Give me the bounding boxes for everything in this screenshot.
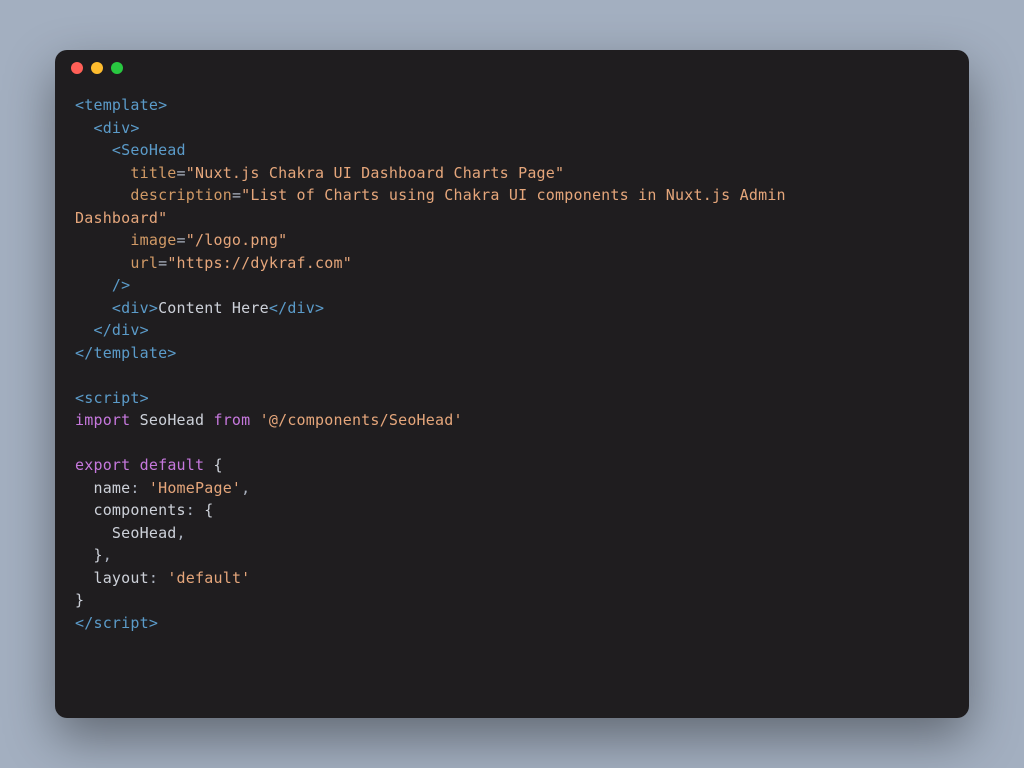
code-token: Content Here: [158, 299, 269, 317]
code-token: components: [75, 501, 186, 519]
code-token: <div>: [75, 119, 140, 137]
code-token: :: [186, 501, 204, 519]
code-token: </div>: [75, 321, 149, 339]
code-token: {: [204, 456, 222, 474]
code-token: ,: [241, 479, 250, 497]
code-token: SeoHead: [130, 411, 213, 429]
code-token: ,: [177, 524, 186, 542]
code-token: image: [75, 231, 177, 249]
code-token: "List of Charts using Chakra UI componen…: [241, 186, 795, 204]
code-token: "Nuxt.js Chakra UI Dashboard Charts Page…: [186, 164, 564, 182]
code-area: <template> <div> <SeoHead title="Nuxt.js…: [55, 86, 969, 654]
code-token: default: [130, 456, 204, 474]
code-token: name: [75, 479, 130, 497]
code-token: =: [232, 186, 241, 204]
code-token: =: [177, 231, 186, 249]
code-token: =: [158, 254, 167, 272]
code-token: </div>: [269, 299, 324, 317]
code-token: 'default': [167, 569, 250, 587]
code-token: <template>: [75, 96, 167, 114]
code-token: export: [75, 456, 130, 474]
code-token: '@/components/SeoHead': [250, 411, 462, 429]
code-token: url: [75, 254, 158, 272]
code-token: import: [75, 411, 130, 429]
code-token: title: [75, 164, 177, 182]
maximize-icon[interactable]: [111, 62, 123, 74]
code-token: <div>: [75, 299, 158, 317]
code-token: "https://dykraf.com": [167, 254, 352, 272]
code-token: </template>: [75, 344, 177, 362]
code-token: layout: [75, 569, 149, 587]
code-window: <template> <div> <SeoHead title="Nuxt.js…: [55, 50, 969, 718]
code-token: SeoHead: [75, 524, 177, 542]
code-token: Dashboard": [75, 209, 167, 227]
minimize-icon[interactable]: [91, 62, 103, 74]
code-token: 'HomePage': [149, 479, 241, 497]
titlebar: [55, 50, 969, 86]
code-token: <script>: [75, 389, 149, 407]
code-token: "/logo.png": [186, 231, 288, 249]
close-icon[interactable]: [71, 62, 83, 74]
code-token: description: [75, 186, 232, 204]
code-token: />: [75, 276, 130, 294]
code-token: }: [75, 546, 103, 564]
code-token: <SeoHead: [75, 141, 186, 159]
code-token: :: [149, 569, 167, 587]
code-token: }: [75, 591, 84, 609]
code-token: {: [204, 501, 213, 519]
code-token: ,: [103, 546, 112, 564]
code-token: </script>: [75, 614, 158, 632]
code-token: from: [213, 411, 250, 429]
code-token: :: [130, 479, 148, 497]
code-token: =: [177, 164, 186, 182]
